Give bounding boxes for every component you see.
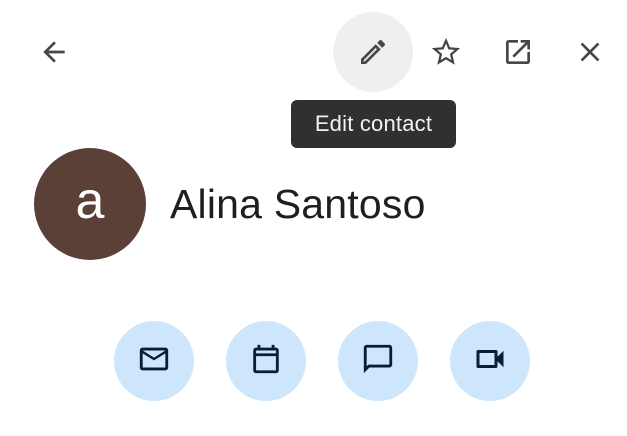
edit-contact-tooltip: Edit contact xyxy=(291,100,456,148)
videocam-icon xyxy=(472,341,508,382)
close-icon xyxy=(574,36,606,68)
avatar-letter: a xyxy=(75,172,105,230)
back-button[interactable] xyxy=(14,12,94,92)
star-button[interactable] xyxy=(406,12,486,92)
contact-actions xyxy=(114,321,534,401)
calendar-icon xyxy=(249,342,283,381)
close-button[interactable] xyxy=(550,12,627,92)
edit-contact-button[interactable] xyxy=(333,12,413,92)
send-email-button[interactable] xyxy=(114,321,194,401)
open-in-new-icon xyxy=(502,36,534,68)
start-video-call-button[interactable] xyxy=(450,321,530,401)
send-chat-button[interactable] xyxy=(338,321,418,401)
pencil-icon xyxy=(357,36,389,68)
avatar: a xyxy=(34,148,146,260)
arrow-back-icon xyxy=(38,36,70,68)
schedule-event-button[interactable] xyxy=(226,321,306,401)
contact-header-toolbar xyxy=(0,0,627,104)
contact-name: Alina Santoso xyxy=(170,181,426,227)
open-in-new-window-button[interactable] xyxy=(478,12,558,92)
mail-icon xyxy=(137,342,171,381)
chat-icon xyxy=(361,342,395,381)
star-outline-icon xyxy=(429,35,463,69)
